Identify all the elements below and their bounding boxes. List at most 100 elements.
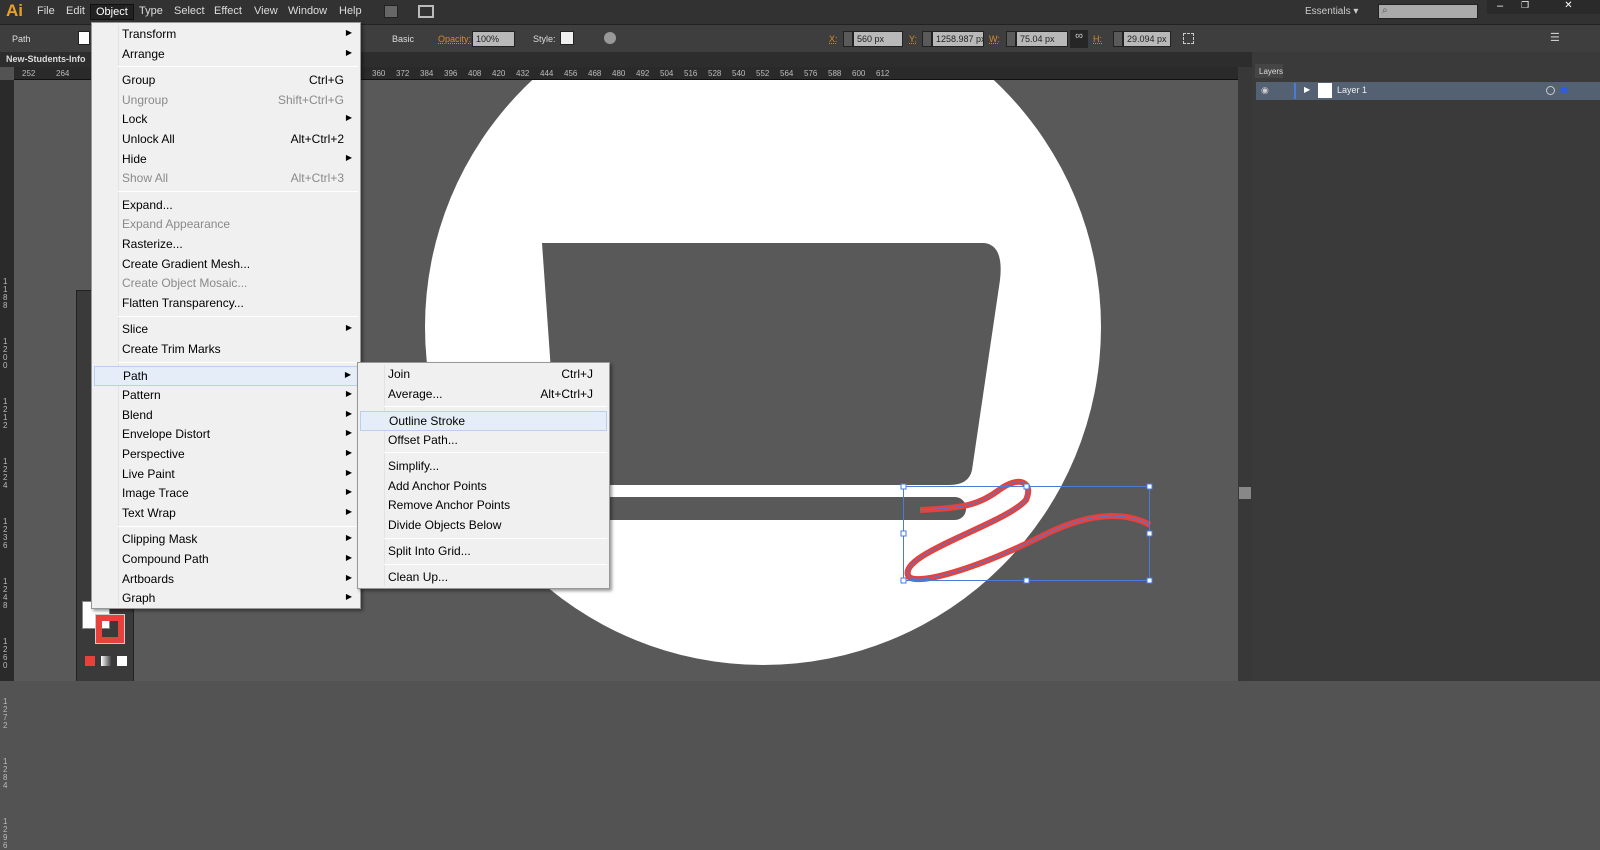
stroke-color-swatch[interactable] (95, 614, 125, 644)
menu-select[interactable]: Select (169, 4, 210, 18)
scroll-thumb[interactable] (1239, 487, 1251, 499)
submenu-arrow-icon: ▶ (345, 152, 352, 162)
fill-swatch[interactable] (78, 31, 90, 45)
minimize-button[interactable]: – (1487, 0, 1513, 14)
menu-item-outline-stroke[interactable]: Outline Stroke (360, 410, 607, 431)
target-icon[interactable] (1546, 86, 1555, 95)
none-mode-button[interactable] (117, 656, 127, 666)
close-button[interactable]: ✕ (1537, 0, 1600, 14)
menu-item-ungroup[interactable]: Ungroup Shift+Ctrl+G (94, 91, 358, 111)
menu-view[interactable]: View (249, 4, 283, 18)
x-field[interactable]: 560 px (853, 31, 903, 47)
layer-color-indicator (1294, 83, 1296, 99)
gradient-mode-button[interactable] (101, 656, 111, 666)
menu-item-label: Ungroup (122, 92, 169, 107)
menu-item-expand[interactable]: Expand... (94, 196, 358, 216)
menu-item-clean-up[interactable]: Clean Up... (360, 568, 607, 588)
ruler-tick: 252 (22, 69, 36, 78)
ruler-tick: 1200 (3, 337, 8, 370)
vertical-scrollbar[interactable] (1238, 67, 1252, 681)
menu-item-average[interactable]: Average... Alt+Ctrl+J (360, 385, 607, 405)
menu-item-create-object-mosaic[interactable]: Create Object Mosaic... (94, 274, 358, 294)
menu-item-slice[interactable]: Slice ▶ (94, 320, 358, 340)
menu-item-group[interactable]: Group Ctrl+G (94, 71, 358, 91)
panel-menu-icon[interactable]: ☰ (1550, 31, 1560, 44)
layer-name[interactable]: Layer 1 (1337, 85, 1367, 95)
menu-item-label: Lock (122, 112, 148, 127)
menu-item-create-trim-marks[interactable]: Create Trim Marks (94, 340, 358, 360)
w-field[interactable]: 75.04 px (1016, 31, 1068, 47)
selection-indicator[interactable] (1561, 87, 1567, 93)
menu-item-label: Create Object Mosaic... (122, 276, 248, 291)
h-stepper[interactable] (1113, 31, 1123, 47)
menu-item-clipping-mask[interactable]: Clipping Mask ▶ (94, 530, 358, 550)
menu-item-label: Hide (122, 151, 147, 166)
menu-item-pattern[interactable]: Pattern ▶ (94, 386, 358, 406)
menu-object[interactable]: Object (90, 4, 134, 20)
menu-item-remove-anchor-points[interactable]: Remove Anchor Points (360, 496, 607, 516)
menu-item-unlock-all[interactable]: Unlock All Alt+Ctrl+2 (94, 130, 358, 150)
menu-window[interactable]: Window (283, 4, 332, 18)
path-submenu: Join Ctrl+J Average... Alt+Ctrl+J Outline St… (357, 362, 610, 589)
menu-item-create-gradient-mesh[interactable]: Create Gradient Mesh... (94, 255, 358, 275)
shortcut: Shift+Ctrl+G (277, 92, 344, 107)
expand-triangle-icon[interactable]: ▶ (1304, 85, 1310, 94)
layers-tab[interactable]: Layers (1255, 64, 1283, 78)
menu-item-flatten-transparency[interactable]: Flatten Transparency... (94, 294, 358, 314)
y-field[interactable]: 1258.987 px (932, 31, 984, 47)
visibility-eye-icon[interactable]: ◉ (1261, 85, 1269, 96)
arrange-documents-icon[interactable] (418, 5, 434, 18)
transform-icon[interactable] (1183, 33, 1194, 44)
menu-item-hide[interactable]: Hide ▶ (94, 150, 358, 170)
menu-file[interactable]: File (32, 4, 60, 18)
workspace-switcher[interactable]: Essentials ▾ (1305, 6, 1358, 17)
menu-item-artboards[interactable]: Artboards ▶ (94, 570, 358, 590)
menu-item-envelope-distort[interactable]: Envelope Distort ▶ (94, 425, 358, 445)
menu-item-live-paint[interactable]: Live Paint ▶ (94, 465, 358, 485)
menu-item-rasterize[interactable]: Rasterize... (94, 235, 358, 255)
menu-item-compound-path[interactable]: Compound Path ▶ (94, 550, 358, 570)
stroke-style[interactable]: Basic (392, 34, 414, 44)
menu-item-lock[interactable]: Lock ▶ (94, 110, 358, 130)
x-stepper[interactable] (843, 31, 853, 47)
layer-row[interactable]: ◉ ▶ Layer 1 (1256, 82, 1600, 100)
document-tab[interactable]: New-Students-Info (6, 54, 86, 64)
menu-item-blend[interactable]: Blend ▶ (94, 406, 358, 426)
menu-item-split-into-grid[interactable]: Split Into Grid... (360, 542, 607, 562)
menu-help[interactable]: Help (334, 4, 367, 18)
h-field[interactable]: 29.094 px (1123, 31, 1171, 47)
menu-item-simplify[interactable]: Simplify... (360, 457, 607, 477)
menu-item-image-trace[interactable]: Image Trace ▶ (94, 484, 358, 504)
menu-separator (118, 191, 358, 193)
menu-item-label: Group (122, 72, 156, 87)
menu-item-offset-path[interactable]: Offset Path... (360, 431, 607, 451)
bridge-icon[interactable] (384, 5, 398, 18)
menu-item-expand-appearance[interactable]: Expand Appearance (94, 215, 358, 235)
menu-item-path[interactable]: Path ▶ (94, 366, 358, 386)
menu-item-transform[interactable]: Transform ▶ (94, 25, 358, 45)
menu-item-text-wrap[interactable]: Text Wrap ▶ (94, 504, 358, 524)
menu-item-show-all[interactable]: Show All Alt+Ctrl+3 (94, 169, 358, 189)
ruler-tick: 1188 (3, 277, 8, 310)
color-mode-button[interactable] (85, 656, 95, 666)
w-stepper[interactable] (1006, 31, 1016, 47)
menu-item-arrange[interactable]: Arrange ▶ (94, 45, 358, 65)
menu-item-join[interactable]: Join Ctrl+J (360, 365, 607, 385)
style-swatch[interactable] (560, 31, 574, 45)
ruler-tick: 1296 (3, 817, 8, 850)
opacity-field[interactable]: 100% (472, 31, 515, 47)
restore-button[interactable]: ❐ (1513, 0, 1537, 14)
search-input[interactable]: ⌕ (1378, 4, 1478, 19)
menu-item-divide-objects-below[interactable]: Divide Objects Below (360, 516, 607, 536)
menu-item-add-anchor-points[interactable]: Add Anchor Points (360, 477, 607, 497)
menu-type[interactable]: Type (134, 4, 168, 18)
menu-separator (118, 525, 358, 527)
opacity-label[interactable]: Opacity: (438, 34, 471, 44)
menu-effect[interactable]: Effect (209, 4, 247, 18)
constrain-proportions-link-icon[interactable]: ∞ (1070, 30, 1088, 48)
y-stepper[interactable] (922, 31, 932, 47)
menu-edit[interactable]: Edit (61, 4, 90, 18)
recolor-icon[interactable] (604, 32, 616, 44)
menu-item-graph[interactable]: Graph ▶ (94, 589, 358, 609)
menu-item-perspective[interactable]: Perspective ▶ (94, 445, 358, 465)
